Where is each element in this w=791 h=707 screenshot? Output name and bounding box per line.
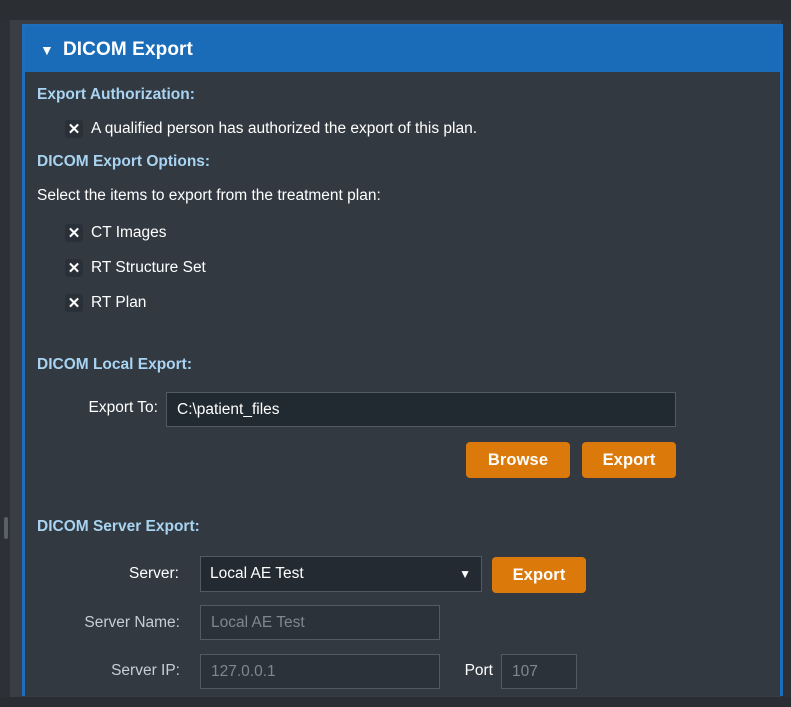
panel-body: Export Authorization: ✕ A qualified pers… xyxy=(25,72,780,696)
server-select[interactable]: Local AE Test ▼ xyxy=(200,556,482,592)
splitter-grip[interactable] xyxy=(4,517,8,539)
dropdown-arrow-icon[interactable]: ▼ xyxy=(459,567,471,581)
panel-header[interactable]: ▼ DICOM Export xyxy=(25,27,780,72)
server-ip-input[interactable]: 127.0.0.1 xyxy=(200,654,440,689)
dicom-export-panel: ▼ DICOM Export Export Authorization: ✕ A… xyxy=(22,24,783,696)
server-export-button[interactable]: Export xyxy=(492,557,586,593)
rt-plan-checkbox[interactable]: ✕ xyxy=(65,294,83,312)
left-splitter[interactable] xyxy=(0,20,10,707)
rt-plan-label: RT Plan xyxy=(91,294,147,311)
browse-button[interactable]: Browse xyxy=(466,442,570,478)
authorization-checkbox-label: A qualified person has authorized the ex… xyxy=(91,120,478,137)
bottom-window-strip xyxy=(0,697,791,707)
dicom-server-export-title: DICOM Server Export: xyxy=(37,518,200,535)
screen: ▼ DICOM Export Export Authorization: ✕ A… xyxy=(0,0,791,707)
server-select-value: Local AE Test xyxy=(210,565,304,582)
rt-structure-set-checkbox[interactable]: ✕ xyxy=(65,259,83,277)
export-options-instruction: Select the items to export from the trea… xyxy=(37,187,381,204)
dicom-export-options-title: DICOM Export Options: xyxy=(37,153,211,170)
port-label: Port xyxy=(464,662,493,679)
ct-images-checkbox-row[interactable]: ✕ CT Images xyxy=(65,224,167,242)
panel-title: DICOM Export xyxy=(62,38,193,60)
rt-plan-checkbox-row[interactable]: ✕ RT Plan xyxy=(65,294,146,312)
ct-images-checkbox[interactable]: ✕ xyxy=(65,224,83,242)
export-authorization-title: Export Authorization: xyxy=(37,86,195,103)
rt-structure-set-checkbox-row[interactable]: ✕ RT Structure Set xyxy=(65,259,206,277)
server-ip-label: Server IP: xyxy=(111,662,180,679)
server-name-input[interactable]: Local AE Test xyxy=(200,605,440,640)
export-to-input[interactable]: C:\patient_files xyxy=(166,392,676,427)
port-input[interactable]: 107 xyxy=(501,654,577,689)
authorization-checkbox-row[interactable]: ✕ A qualified person has authorized the … xyxy=(65,120,477,138)
top-window-strip xyxy=(0,0,791,20)
rt-structure-set-label: RT Structure Set xyxy=(91,259,206,276)
local-export-button[interactable]: Export xyxy=(582,442,676,478)
server-label: Server: xyxy=(129,565,179,582)
dicom-local-export-title: DICOM Local Export: xyxy=(37,356,193,373)
caret-down-icon[interactable]: ▼ xyxy=(40,43,54,57)
server-name-label: Server Name: xyxy=(84,614,180,631)
export-to-label: Export To: xyxy=(88,399,158,416)
authorization-checkbox[interactable]: ✕ xyxy=(65,120,83,138)
ct-images-label: CT Images xyxy=(91,224,167,241)
